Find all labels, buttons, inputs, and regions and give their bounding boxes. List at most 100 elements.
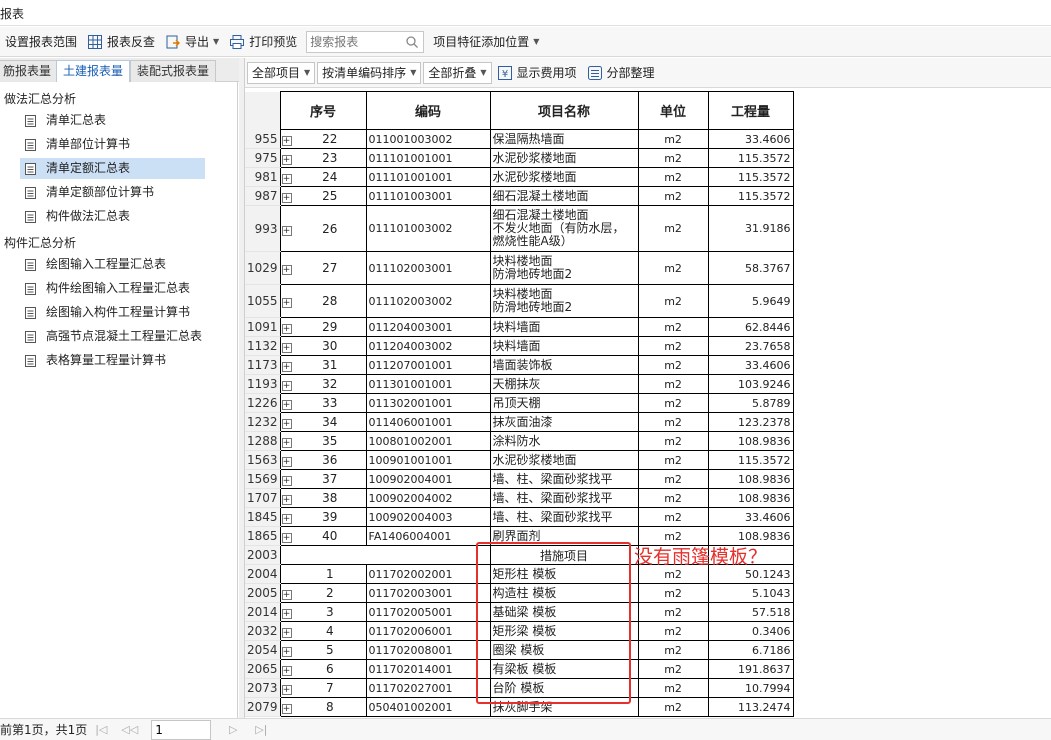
- page-number-input[interactable]: [151, 719, 212, 740]
- last-page-icon[interactable]: ▷|: [253, 722, 269, 738]
- header-unit[interactable]: 单位: [637, 91, 709, 130]
- expand-icon[interactable]: +: [281, 495, 292, 505]
- expand-cell: +: [279, 374, 295, 394]
- table-row[interactable]: 1193 +32 011301001001 天棚抹灰 m2 103.9246: [245, 374, 794, 394]
- tree-item[interactable]: 构件绘图输入工程量汇总表: [20, 278, 205, 299]
- document-icon: [25, 259, 36, 271]
- table-row[interactable]: 1232 +34 011406001001 抹灰面油漆 m2 123.2378: [245, 412, 794, 432]
- qty-cell: 10.7994: [707, 678, 794, 698]
- code-cell: 011702008001: [365, 640, 491, 660]
- expand-icon[interactable]: +: [281, 685, 292, 695]
- seq-cell: 36: [294, 450, 367, 470]
- tree-item-label: 构件做法汇总表: [46, 209, 131, 223]
- table-row[interactable]: 1707 +38 100902004002 墙、柱、梁面砂浆找平 m2 108.9836: [245, 488, 794, 508]
- code-cell: 011702005001: [365, 602, 491, 622]
- tab-civil-report[interactable]: 土建报表量: [56, 60, 131, 82]
- table-row[interactable]: 981 +24 011101001001 水泥砂浆楼地面 m2 115.3572: [245, 167, 794, 187]
- expand-icon[interactable]: +: [281, 438, 292, 448]
- expand-icon[interactable]: +: [281, 514, 292, 524]
- report-review-button[interactable]: 报表反查: [82, 30, 160, 54]
- tree-item[interactable]: 表格算量工程量计算书: [20, 350, 205, 371]
- expand-icon[interactable]: +: [281, 381, 292, 391]
- settings-range-button[interactable]: 设置报表范围: [0, 30, 82, 54]
- subdivision-button[interactable]: 分部整理: [582, 61, 660, 85]
- sort-dropdown[interactable]: 按清单编码排序 ▼: [317, 61, 422, 84]
- tree-item[interactable]: 清单定额部位计算书: [20, 182, 205, 203]
- expand-icon[interactable]: +: [281, 666, 292, 676]
- tree-item[interactable]: 构件做法汇总表: [20, 206, 205, 227]
- expand-icon[interactable]: +: [281, 457, 292, 467]
- table-row[interactable]: 1845 +39 100902004003 墙、柱、梁面砂浆找平 m2 33.4606: [245, 507, 794, 527]
- unit-cell: m2: [637, 317, 709, 337]
- table-row[interactable]: 993 +26 011101003002 细石混凝土楼地面 不发火地面（有防水层，燃烧…: [245, 205, 794, 252]
- tree-group-method-summary[interactable]: 做法汇总分析: [4, 90, 76, 107]
- expand-icon[interactable]: +: [281, 362, 292, 372]
- expand-cell: +: [279, 251, 295, 285]
- expand-icon[interactable]: +: [281, 193, 292, 203]
- expand-icon[interactable]: +: [281, 225, 292, 236]
- export-button[interactable]: 导出 ▼: [160, 30, 224, 54]
- seq-cell: 40: [294, 526, 367, 546]
- tab-prefab-report[interactable]: 装配式报表量: [130, 60, 217, 82]
- expand-icon[interactable]: +: [281, 265, 292, 275]
- expand-icon[interactable]: +: [281, 136, 292, 146]
- expand-icon[interactable]: +: [281, 419, 292, 429]
- expand-icon[interactable]: +: [281, 704, 292, 714]
- chevron-down-icon: ▼: [410, 67, 417, 77]
- expand-icon[interactable]: +: [281, 609, 292, 619]
- search-icon[interactable]: [405, 35, 419, 49]
- table-row[interactable]: 1563 +36 100901001001 水泥砂浆楼地面 m2 115.3572: [245, 450, 794, 470]
- expand-icon[interactable]: +: [281, 324, 292, 334]
- expand-icon[interactable]: +: [281, 533, 292, 543]
- subdivision-label: 分部整理: [606, 66, 655, 80]
- table-row[interactable]: 1226 +33 011302001001 吊顶天棚 m2 5.8789: [245, 393, 794, 413]
- header-code[interactable]: 编码: [365, 91, 491, 130]
- table-row[interactable]: 1029 +27 011102003001 块料楼地面 防滑地砖地面2 m2 58.376…: [245, 251, 794, 285]
- tab-rebar-report[interactable]: 筋报表量: [0, 60, 59, 82]
- seq-cell: 1: [294, 564, 367, 584]
- tree-item[interactable]: 绘图输入构件工程量计算书: [20, 302, 205, 323]
- table-row[interactable]: 1173 +31 011207001001 墙面装饰板 m2 33.4606: [245, 355, 794, 375]
- show-fee-button[interactable]: ¥ 显示费用项: [492, 61, 582, 85]
- table-row[interactable]: 1091 +29 011204003001 块料墙面 m2 62.8446: [245, 317, 794, 337]
- expand-icon[interactable]: +: [281, 628, 292, 638]
- tree-group-component-summary[interactable]: 构件汇总分析: [4, 234, 76, 251]
- table-row[interactable]: 955 +22 011001003002 保温隔热墙面 m2 33.4606: [245, 129, 794, 149]
- expand-icon[interactable]: +: [281, 590, 292, 600]
- first-page-icon[interactable]: |◁: [93, 722, 109, 738]
- tree-item[interactable]: 清单部位计算书: [20, 134, 205, 155]
- table-row[interactable]: 1569 +37 100902004001 墙、柱、梁面砂浆找平 m2 108.9836: [245, 469, 794, 489]
- next-page-icon[interactable]: ▷: [225, 722, 241, 738]
- expand-icon[interactable]: +: [281, 400, 292, 410]
- expand-icon[interactable]: +: [281, 647, 292, 657]
- expand-icon[interactable]: +: [281, 174, 292, 184]
- tree-item-selected[interactable]: 清单定额汇总表: [20, 158, 205, 179]
- expand-icon[interactable]: +: [281, 476, 292, 486]
- report-toolbar: 全部项目 ▼ 按清单编码排序 ▼ 全部折叠 ▼ ¥ 显示费用项 分部整理: [245, 58, 1051, 88]
- header-name[interactable]: 项目名称: [489, 91, 639, 130]
- table-row[interactable]: 1288 +35 100801002001 涂料防水 m2 108.9836: [245, 431, 794, 451]
- header-qty[interactable]: 工程量: [707, 91, 794, 130]
- unit-cell: m2: [637, 488, 709, 508]
- table-row[interactable]: 1055 +28 011102003002 块料楼地面 防滑地砖地面2 m2 5.9649: [245, 284, 794, 318]
- expand-icon[interactable]: +: [281, 155, 292, 165]
- table-row[interactable]: 987 +25 011101003001 细石混凝土楼地面 m2 115.3572: [245, 186, 794, 206]
- tree-item[interactable]: 清单汇总表: [20, 110, 205, 131]
- tree-item[interactable]: 高强节点混凝土工程量汇总表: [20, 326, 205, 347]
- tree-item[interactable]: 绘图输入工程量汇总表: [20, 254, 205, 275]
- all-items-dropdown[interactable]: 全部项目 ▼: [247, 61, 316, 84]
- expand-icon[interactable]: +: [281, 298, 292, 308]
- prev-page-icon[interactable]: ◁◁: [121, 722, 138, 738]
- expand-icon[interactable]: +: [281, 343, 292, 353]
- report-search-input[interactable]: [307, 31, 404, 52]
- table-row[interactable]: 1132 +30 011204003002 块料墙面 m2 23.7658: [245, 336, 794, 356]
- feature-position-dropdown[interactable]: 项目特征添加位置 ▼: [428, 30, 544, 54]
- fold-dropdown[interactable]: 全部折叠 ▼: [423, 61, 492, 84]
- table-row[interactable]: 975 +23 011101001001 水泥砂浆楼地面 m2 115.3572: [245, 148, 794, 168]
- name-cell: 保温隔热墙面: [489, 129, 639, 149]
- header-seq[interactable]: 序号: [279, 91, 367, 130]
- qty-cell: 115.3572: [707, 148, 794, 168]
- section-blank-cell: [279, 545, 491, 565]
- print-preview-button[interactable]: 打印预览: [224, 30, 302, 54]
- print-preview-label: 打印预览: [249, 35, 298, 49]
